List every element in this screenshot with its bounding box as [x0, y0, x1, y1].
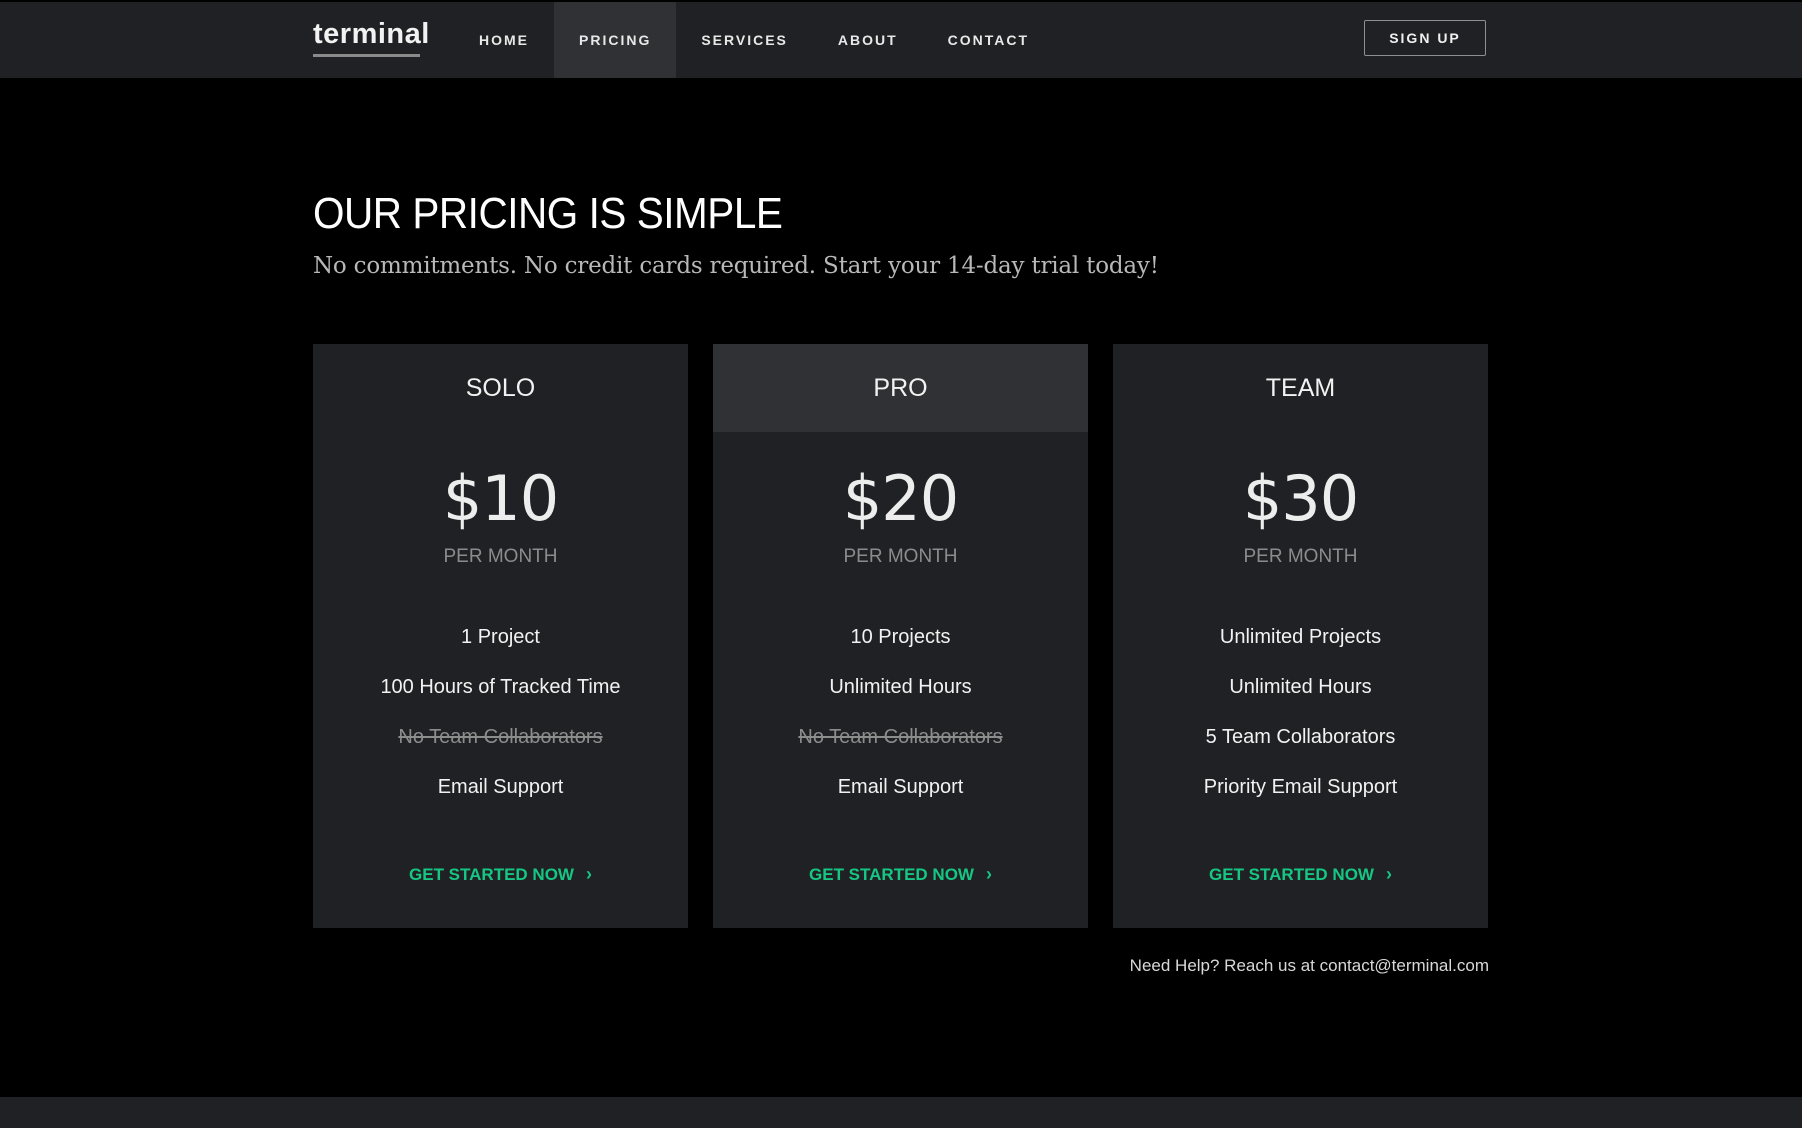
logo-underline	[313, 54, 420, 57]
pricing-card-solo: SOLO $10 PER MONTH 1 Project 100 Hours o…	[313, 344, 688, 928]
nav-item-services[interactable]: SERVICES	[676, 2, 813, 78]
plan-period: PER MONTH	[843, 546, 958, 567]
page-subtitle: No commitments. No credit cards required…	[313, 253, 1159, 279]
pricing-card-pro: PRO $20 PER MONTH 10 Projects Unlimited …	[713, 344, 1088, 928]
chevron-right-icon: ›	[985, 864, 992, 884]
get-started-button-solo[interactable]: GET STARTED NOW ›	[313, 864, 688, 885]
plan-feature: Email Support	[837, 776, 964, 798]
get-started-button-team[interactable]: GET STARTED NOW ›	[1113, 864, 1488, 885]
plan-feature: Unlimited Hours	[829, 676, 972, 698]
plan-features: 1 Project 100 Hours of Tracked Time No T…	[313, 612, 688, 812]
plan-name: TEAM	[1265, 373, 1336, 402]
plan-feature: Priority Email Support	[1203, 776, 1398, 798]
cta-label: GET STARTED NOW	[809, 865, 974, 884]
nav-item-contact[interactable]: CONTACT	[923, 2, 1054, 78]
cta-label: GET STARTED NOW	[409, 865, 574, 884]
plan-feature-unavailable: No Team Collaborators	[398, 726, 603, 748]
sign-up-button[interactable]: SIGN UP	[1364, 20, 1486, 56]
plan-feature: 1 Project	[461, 626, 540, 648]
chevron-right-icon: ›	[1385, 864, 1392, 884]
plan-features: 10 Projects Unlimited Hours No Team Coll…	[713, 612, 1088, 812]
footer-bar	[0, 1097, 1802, 1128]
plan-feature: Unlimited Projects	[1219, 626, 1382, 648]
plan-name: PRO	[713, 344, 1088, 432]
plan-feature-unavailable: No Team Collaborators	[798, 726, 1003, 748]
nav-links: HOME PRICING SERVICES ABOUT CONTACT	[454, 2, 1054, 78]
logo[interactable]: terminal	[313, 20, 430, 49]
plan-price: $30	[1242, 462, 1359, 535]
plan-name: SOLO	[465, 373, 536, 402]
plan-feature: 100 Hours of Tracked Time	[380, 676, 621, 698]
plan-feature: 10 Projects	[850, 626, 951, 648]
pricing-card-team: TEAM $30 PER MONTH Unlimited Projects Un…	[1113, 344, 1488, 928]
plan-feature: 5 Team Collaborators	[1205, 726, 1396, 748]
plan-price: $10	[442, 462, 559, 535]
nav-item-pricing[interactable]: PRICING	[554, 2, 677, 78]
top-nav: terminal HOME PRICING SERVICES ABOUT CON…	[0, 2, 1802, 78]
page: terminal HOME PRICING SERVICES ABOUT CON…	[0, 0, 1802, 1128]
plan-feature: Unlimited Hours	[1229, 676, 1372, 698]
nav-item-about[interactable]: ABOUT	[813, 2, 923, 78]
page-title: OUR PRICING IS SIMPLE	[313, 189, 783, 238]
plan-period: PER MONTH	[1243, 546, 1358, 567]
plan-period: PER MONTH	[443, 546, 558, 567]
cta-label: GET STARTED NOW	[1209, 865, 1374, 884]
pricing-cards: SOLO $10 PER MONTH 1 Project 100 Hours o…	[313, 344, 1489, 928]
plan-price: $20	[842, 462, 959, 535]
help-contact-text: Need Help? Reach us at contact@terminal.…	[1129, 956, 1489, 975]
plan-features: Unlimited Projects Unlimited Hours 5 Tea…	[1113, 612, 1488, 812]
chevron-right-icon: ›	[585, 864, 592, 884]
nav-item-home[interactable]: HOME	[454, 2, 554, 78]
get-started-button-pro[interactable]: GET STARTED NOW ›	[713, 864, 1088, 885]
plan-feature: Email Support	[437, 776, 564, 798]
